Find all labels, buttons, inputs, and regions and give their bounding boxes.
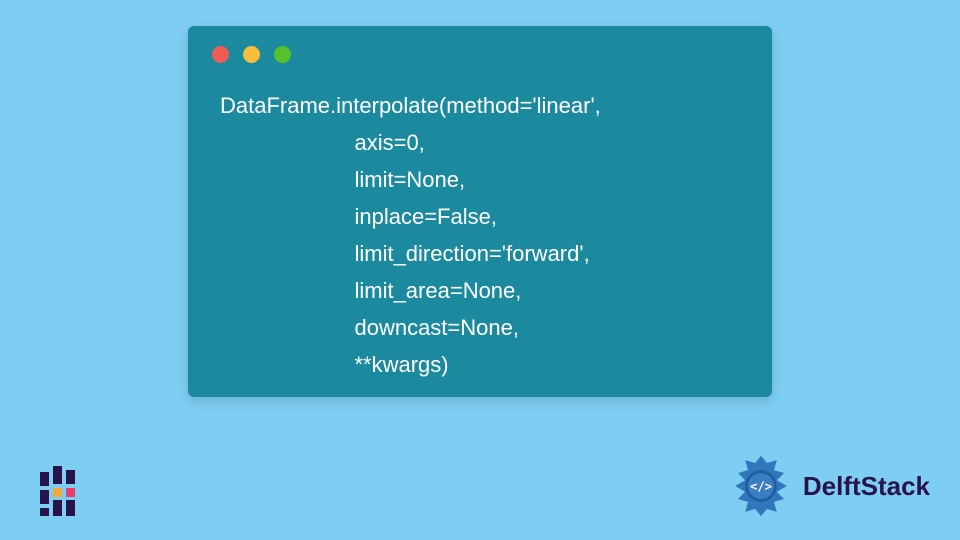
code-line: limit=None, [220,167,465,192]
code-window: DataFrame.interpolate(method='linear', a… [188,26,772,397]
close-icon [212,46,229,63]
svg-text:</>: </> [750,479,772,493]
code-line: DataFrame.interpolate(method='linear', [220,93,601,118]
brand-name: DelftStack [803,471,930,502]
code-line: axis=0, [220,130,425,155]
minimize-icon [243,46,260,63]
maximize-icon [274,46,291,63]
code-line: limit_area=None, [220,278,521,303]
code-line: limit_direction='forward', [220,241,590,266]
code-block: DataFrame.interpolate(method='linear', a… [220,88,752,384]
brand-logo: </> DelftStack [725,450,930,522]
window-controls [212,46,291,63]
code-line: **kwargs) [220,352,449,377]
code-line: downcast=None, [220,315,519,340]
logo-left-icon [40,466,88,520]
brand-emblem-icon: </> [725,450,797,522]
code-line: inplace=False, [220,204,497,229]
